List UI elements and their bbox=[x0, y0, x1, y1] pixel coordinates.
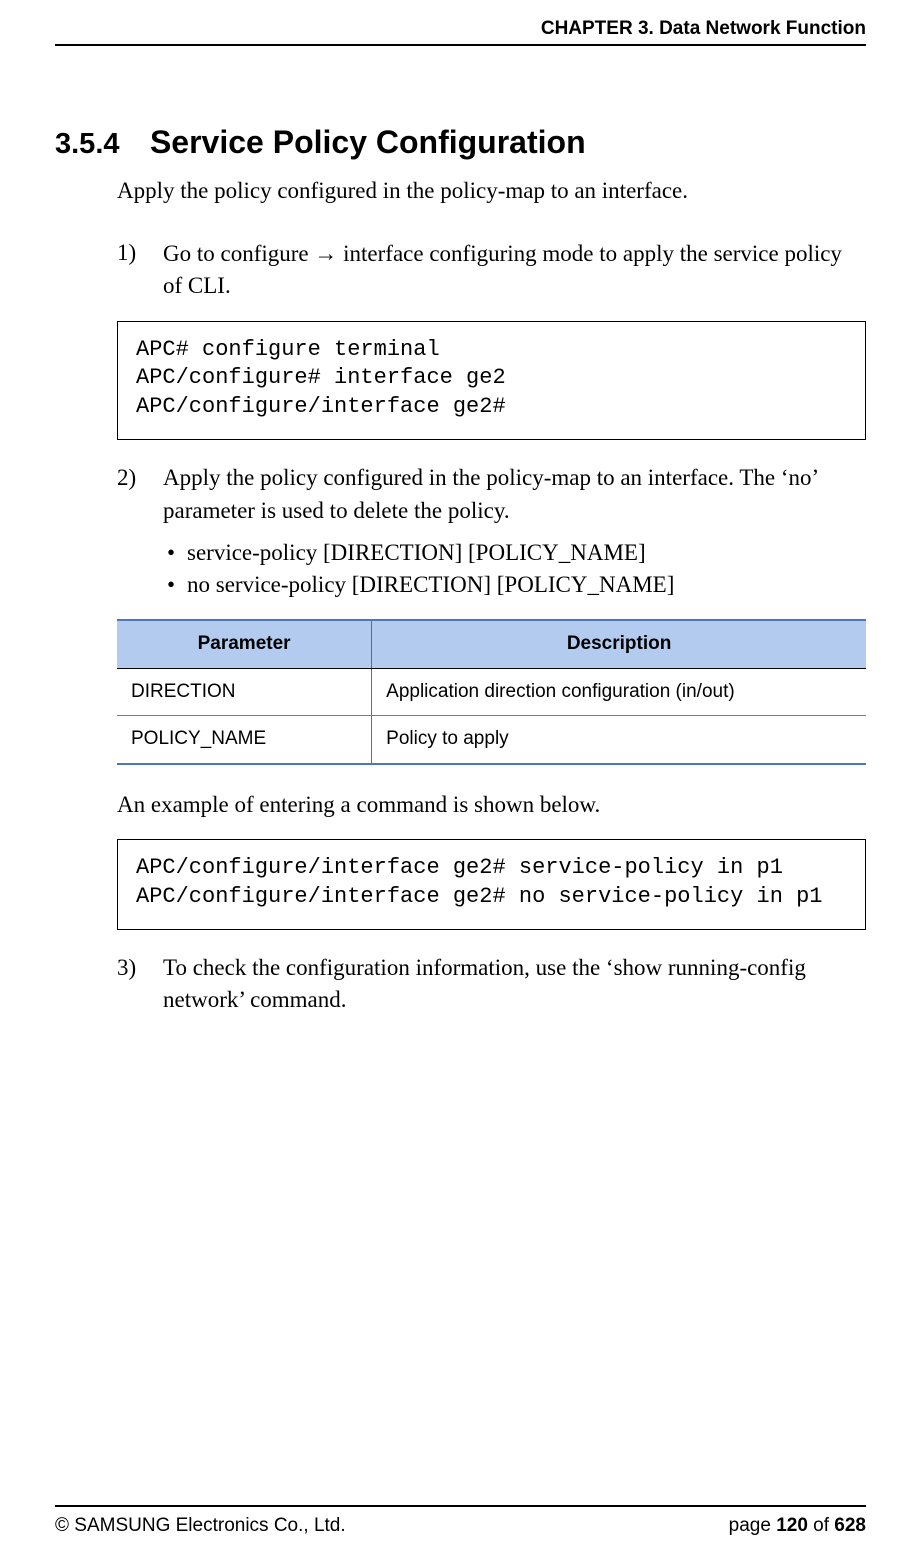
page-label: page bbox=[729, 1515, 777, 1536]
page-header: CHAPTER 3. Data Network Function bbox=[55, 0, 866, 46]
table-row: DIRECTION Application direction configur… bbox=[117, 668, 866, 716]
step-number: 2) bbox=[117, 462, 163, 526]
list-item: service-policy [DIRECTION] [POLICY_NAME] bbox=[187, 537, 866, 569]
bullet-list: service-policy [DIRECTION] [POLICY_NAME]… bbox=[163, 537, 866, 601]
list-item: no service-policy [DIRECTION] [POLICY_NA… bbox=[187, 569, 866, 601]
code-block-1: APC# configure terminal APC/configure# i… bbox=[117, 321, 866, 441]
intro-paragraph: Apply the policy configured in the polic… bbox=[117, 175, 866, 207]
step-text-part: Go to configure bbox=[163, 241, 314, 266]
page-sep: of bbox=[808, 1515, 834, 1536]
table-row: POLICY_NAME Policy to apply bbox=[117, 716, 866, 764]
step-2: 2) Apply the policy configured in the po… bbox=[117, 462, 866, 526]
step-text: Go to configure → interface configuring … bbox=[163, 237, 866, 302]
table-cell-desc: Policy to apply bbox=[372, 716, 866, 764]
chapter-title: CHAPTER 3. Data Network Function bbox=[541, 18, 866, 39]
step-text: To check the configuration information, … bbox=[163, 952, 866, 1016]
step-text: Apply the policy configured in the polic… bbox=[163, 462, 866, 526]
page-total: 628 bbox=[834, 1515, 866, 1536]
step-1: 1) Go to configure → interface configuri… bbox=[117, 237, 866, 302]
step-number: 3) bbox=[117, 952, 163, 1016]
section-heading: 3.5.4 Service Policy Configuration bbox=[55, 124, 866, 161]
step-3: 3) To check the configuration informatio… bbox=[117, 952, 866, 1016]
page-current: 120 bbox=[776, 1515, 808, 1536]
document-page: CHAPTER 3. Data Network Function 3.5.4 S… bbox=[0, 0, 921, 1565]
page-footer: © SAMSUNG Electronics Co., Ltd. page 120… bbox=[55, 1505, 866, 1537]
section-number: 3.5.4 bbox=[55, 128, 120, 160]
page-number: page 120 of 628 bbox=[729, 1515, 866, 1537]
table-cell-param: POLICY_NAME bbox=[117, 716, 372, 764]
table-header-description: Description bbox=[372, 620, 866, 668]
table-cell-param: DIRECTION bbox=[117, 668, 372, 716]
copyright-text: © SAMSUNG Electronics Co., Ltd. bbox=[55, 1515, 346, 1537]
section-title: Service Policy Configuration bbox=[150, 124, 586, 160]
code-block-2: APC/configure/interface ge2# service-pol… bbox=[117, 839, 866, 930]
table-cell-desc: Application direction configuration (in/… bbox=[372, 668, 866, 716]
example-note: An example of entering a command is show… bbox=[117, 789, 866, 821]
body-content: Apply the policy configured in the polic… bbox=[55, 175, 866, 1017]
arrow-icon: → bbox=[314, 240, 337, 266]
step-number: 1) bbox=[117, 237, 163, 302]
table-header-parameter: Parameter bbox=[117, 620, 372, 668]
parameter-table: Parameter Description DIRECTION Applicat… bbox=[117, 619, 866, 765]
